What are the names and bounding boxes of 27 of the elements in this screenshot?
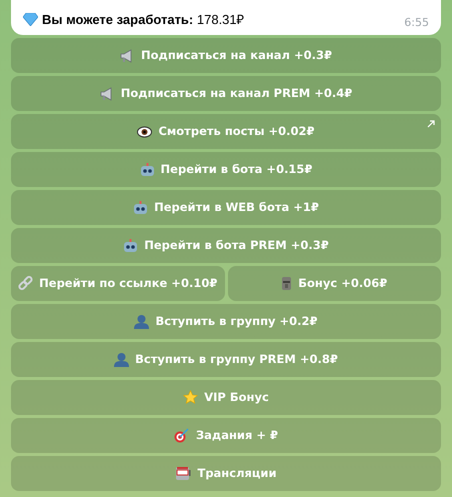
person-icon [134, 314, 150, 329]
inline-button[interactable]: Перейти в бота PREM +0.3₽ [11, 228, 441, 263]
inline-button[interactable]: Подписаться на канал +0.3₽ [11, 38, 441, 73]
inline-button[interactable]: Вступить в группу PREM +0.8₽ [11, 342, 441, 377]
message-time: 6:55 [404, 14, 429, 30]
inline-button[interactable]: Вступить в группу +0.2₽ [11, 304, 441, 339]
inline-button[interactable]: VIP Бонус [11, 380, 441, 415]
star-icon [183, 390, 198, 405]
inline-button[interactable]: Перейти в WEB бота +1₽ [11, 190, 441, 225]
inline-button[interactable]: Трансляции [11, 456, 441, 491]
inline-button[interactable]: Подписаться на канал PREM +0.4₽ [11, 76, 441, 111]
link-icon [18, 276, 34, 291]
inline-button[interactable]: Бонус +0.06₽ [228, 266, 441, 301]
inline-button[interactable]: Задания + ₽ [11, 418, 441, 453]
inline-button[interactable]: Перейти в бота +0.15₽ [11, 152, 441, 187]
person-icon [114, 352, 130, 367]
slot-machine-icon [175, 466, 192, 481]
message-text: Вы можете заработать: 178.31₽ [42, 10, 245, 29]
inline-button[interactable]: Перейти по ссылке +0.10₽ [11, 266, 224, 301]
inline-button[interactable]: Смотреть посты +0.02₽ [11, 114, 441, 149]
diamond-icon [23, 12, 38, 26]
robot-icon [133, 200, 148, 214]
link-arrow-icon [427, 120, 435, 128]
robot-icon [140, 162, 155, 176]
eye-icon [137, 126, 152, 138]
robot-icon [123, 238, 138, 252]
target-icon [174, 428, 190, 443]
